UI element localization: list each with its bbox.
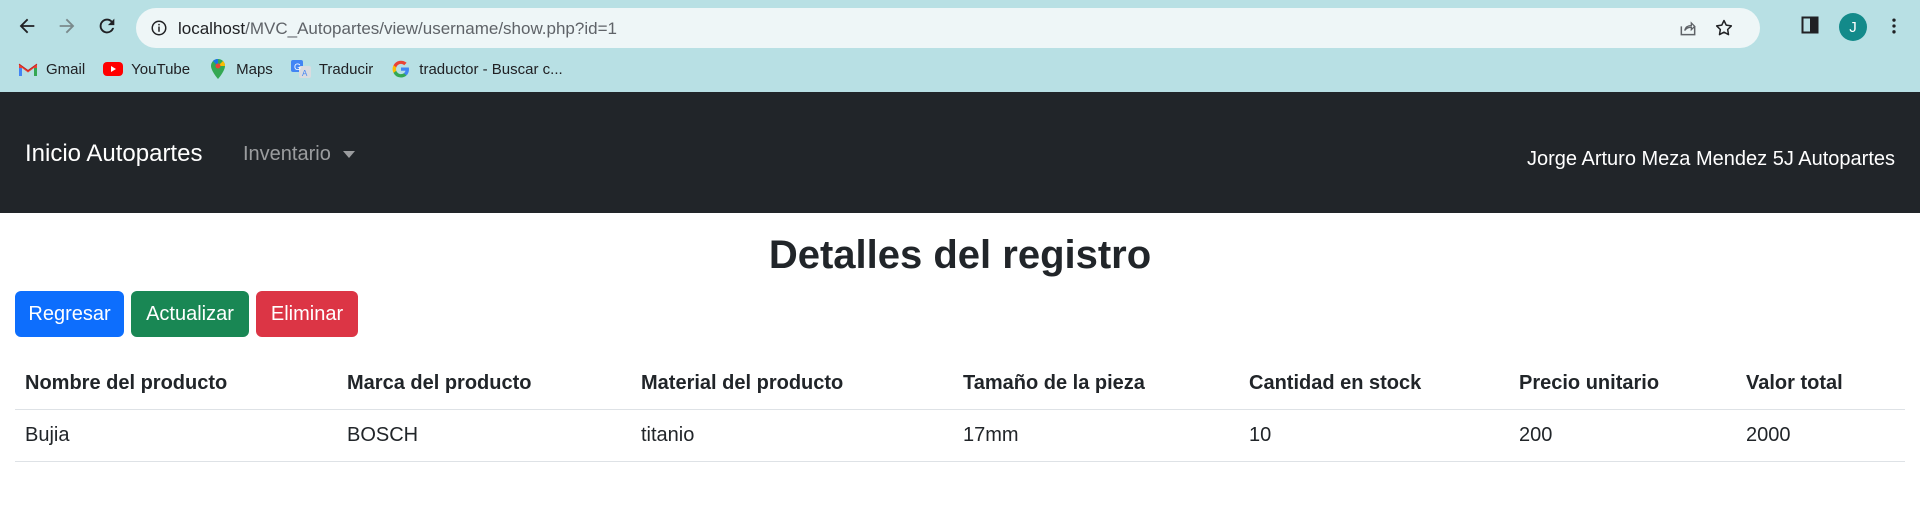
svg-text:G: G	[294, 62, 301, 72]
cell-cantidad: 10	[1239, 409, 1509, 462]
url-text[interactable]: localhost/MVC_Autopartes/view/username/s…	[178, 19, 617, 39]
navbar-brand-link[interactable]: Inicio Autopartes	[25, 140, 202, 168]
update-button[interactable]: Actualizar	[131, 291, 249, 337]
bookmark-youtube[interactable]: YouTube	[95, 56, 200, 82]
column-header-material: Material del producto	[631, 358, 953, 410]
bookmark-maps[interactable]: Maps	[200, 56, 283, 82]
gmail-icon	[18, 60, 38, 78]
column-header-marca: Marca del producto	[337, 358, 631, 410]
bookmark-label: Traducir	[318, 60, 374, 78]
forward-icon[interactable]	[51, 10, 83, 42]
product-details-table: Nombre del producto Marca del producto M…	[15, 358, 1905, 462]
bookmark-gmail[interactable]: Gmail	[10, 56, 95, 82]
side-panel-icon[interactable]	[1800, 15, 1820, 35]
address-bar[interactable]: localhost/MVC_Autopartes/view/username/s…	[136, 8, 1760, 48]
url-path: /MVC_Autopartes/view/username/show.php?i…	[245, 19, 617, 38]
dropdown-label: Inventario	[243, 143, 331, 165]
cell-marca: BOSCH	[337, 409, 631, 462]
site-info-icon[interactable]	[150, 19, 168, 37]
more-menu-icon[interactable]	[1884, 15, 1904, 37]
youtube-icon	[103, 60, 124, 78]
column-header-nombre: Nombre del producto	[15, 358, 337, 410]
back-icon[interactable]	[11, 10, 43, 42]
column-header-valor-total: Valor total	[1736, 358, 1905, 410]
action-buttons: Regresar Actualizar Eliminar	[15, 291, 358, 337]
table-header-row: Nombre del producto Marca del producto M…	[15, 358, 1905, 410]
bookmarks-bar: Gmail YouTube Maps G A Traducir traducto…	[0, 56, 573, 82]
column-header-cantidad: Cantidad en stock	[1239, 358, 1509, 410]
table-row: Bujia BOSCH titanio 17mm 10 200 2000	[15, 409, 1905, 462]
delete-button[interactable]: Eliminar	[256, 291, 358, 337]
svg-text:A: A	[302, 69, 308, 78]
bookmark-label: Maps	[236, 60, 273, 78]
back-button[interactable]: Regresar	[15, 291, 124, 337]
bookmark-label: traductor - Buscar c...	[419, 60, 563, 78]
cell-material: titanio	[631, 409, 953, 462]
url-host: localhost	[178, 19, 246, 38]
bookmark-star-icon[interactable]	[1714, 18, 1734, 38]
share-icon[interactable]	[1678, 18, 1698, 38]
column-header-precio: Precio unitario	[1509, 358, 1736, 410]
bookmark-label: YouTube	[131, 60, 191, 78]
navbar-author-text: Jorge Arturo Meza Mendez 5J Autopartes	[1527, 148, 1895, 170]
bookmark-traducir[interactable]: G A Traducir	[283, 56, 383, 82]
cell-tamano: 17mm	[953, 409, 1239, 462]
cell-valor-total: 2000	[1736, 409, 1905, 462]
google-icon	[391, 60, 411, 78]
inventario-dropdown[interactable]: Inventario	[243, 143, 355, 166]
column-header-tamano: Tamaño de la pieza	[953, 358, 1239, 410]
cell-nombre: Bujia	[15, 409, 337, 462]
browser-toolbar: localhost/MVC_Autopartes/view/username/s…	[0, 0, 1920, 92]
app-navbar: Inicio Autopartes Inventario Jorge Artur…	[0, 92, 1920, 213]
bookmark-label: Gmail	[46, 60, 86, 78]
profile-avatar[interactable]: J	[1839, 13, 1867, 41]
page-title: Detalles del registro	[768, 233, 1152, 277]
reload-icon[interactable]	[91, 10, 123, 42]
cell-precio: 200	[1509, 409, 1736, 462]
maps-icon	[208, 59, 228, 79]
caret-down-icon	[342, 151, 355, 158]
bookmark-traductor-search[interactable]: traductor - Buscar c...	[383, 56, 572, 82]
translate-icon: G A	[290, 60, 311, 78]
